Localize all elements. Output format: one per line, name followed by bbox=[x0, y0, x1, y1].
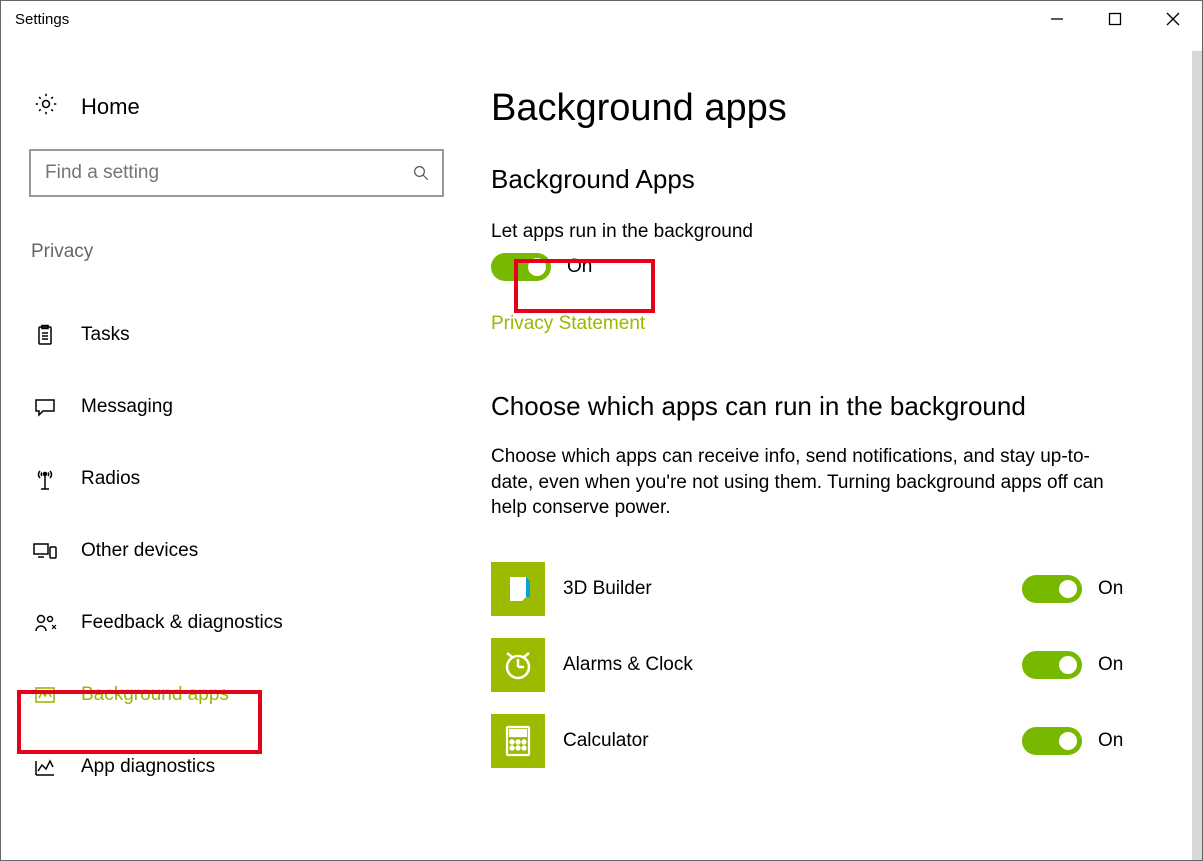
sidebar-item-other-devices[interactable]: Other devices bbox=[29, 515, 443, 587]
minimize-button[interactable] bbox=[1028, 1, 1086, 37]
titlebar: Settings bbox=[1, 1, 1202, 37]
scrollbar[interactable] bbox=[1192, 51, 1202, 860]
sidebar-item-label: Messaging bbox=[81, 396, 173, 418]
devices-icon bbox=[31, 539, 59, 563]
background-apps-icon bbox=[31, 683, 59, 707]
sidebar: Home Privacy Tasks Messaging bbox=[1, 37, 471, 860]
section-title: Background Apps bbox=[491, 164, 1162, 195]
window-controls bbox=[1028, 1, 1202, 37]
sidebar-item-background-apps[interactable]: Background apps bbox=[29, 659, 443, 731]
sidebar-item-label: App diagnostics bbox=[81, 756, 215, 778]
home-label: Home bbox=[81, 94, 140, 120]
section-title-2: Choose which apps can run in the backgro… bbox=[491, 391, 1162, 422]
nav-list: Tasks Messaging Radios bbox=[29, 299, 443, 803]
sidebar-item-label: Tasks bbox=[81, 324, 130, 346]
app-row-alarms: Alarms & Clock On bbox=[491, 627, 1162, 703]
app-toggle-state: On bbox=[1098, 730, 1123, 752]
master-toggle[interactable] bbox=[491, 253, 551, 281]
app-label: Alarms & Clock bbox=[563, 654, 1004, 676]
search-input[interactable] bbox=[45, 162, 412, 184]
sidebar-item-radios[interactable]: Radios bbox=[29, 443, 443, 515]
sidebar-item-app-diagnostics[interactable]: App diagnostics bbox=[29, 731, 443, 803]
sidebar-item-label: Feedback & diagnostics bbox=[81, 612, 283, 634]
sidebar-item-label: Background apps bbox=[81, 684, 229, 706]
master-toggle-state: On bbox=[567, 256, 592, 278]
section-description: Choose which apps can receive info, send… bbox=[491, 444, 1111, 521]
minimize-icon bbox=[1050, 12, 1064, 26]
close-icon bbox=[1166, 12, 1180, 26]
app-toggle-state: On bbox=[1098, 654, 1123, 676]
category-label: Privacy bbox=[31, 241, 443, 263]
app-calculator-icon bbox=[491, 714, 545, 768]
home-button[interactable]: Home bbox=[29, 87, 443, 149]
sidebar-item-feedback[interactable]: Feedback & diagnostics bbox=[29, 587, 443, 659]
master-toggle-row: On bbox=[491, 253, 1162, 281]
maximize-icon bbox=[1108, 12, 1122, 26]
close-button[interactable] bbox=[1144, 1, 1202, 37]
master-toggle-label: Let apps run in the background bbox=[491, 221, 1162, 243]
search-icon bbox=[412, 164, 430, 182]
app-alarms-icon bbox=[491, 638, 545, 692]
sidebar-item-messaging[interactable]: Messaging bbox=[29, 371, 443, 443]
search-box[interactable] bbox=[29, 149, 444, 197]
main-content: Background apps Background Apps Let apps… bbox=[471, 37, 1202, 860]
privacy-statement-link[interactable]: Privacy Statement bbox=[491, 313, 645, 335]
clipboard-icon bbox=[31, 323, 59, 347]
feedback-icon bbox=[31, 611, 59, 635]
window-body: Home Privacy Tasks Messaging bbox=[1, 37, 1202, 860]
message-icon bbox=[31, 395, 59, 419]
radio-tower-icon bbox=[31, 467, 59, 491]
app-toggle-calculator[interactable] bbox=[1022, 727, 1082, 755]
app-toggle-alarms[interactable] bbox=[1022, 651, 1082, 679]
window-title: Settings bbox=[15, 11, 69, 28]
sidebar-item-tasks[interactable]: Tasks bbox=[29, 299, 443, 371]
app-toggle-state: On bbox=[1098, 578, 1123, 600]
app-label: Calculator bbox=[563, 730, 1004, 752]
gear-icon bbox=[33, 91, 59, 123]
app-row-calculator: Calculator On bbox=[491, 703, 1162, 779]
diagnostics-icon bbox=[31, 755, 59, 779]
sidebar-item-label: Other devices bbox=[81, 540, 198, 562]
settings-window: Settings Home Priv bbox=[0, 0, 1203, 861]
app-3d-builder-icon bbox=[491, 562, 545, 616]
maximize-button[interactable] bbox=[1086, 1, 1144, 37]
sidebar-item-label: Radios bbox=[81, 468, 140, 490]
app-toggle-3d-builder[interactable] bbox=[1022, 575, 1082, 603]
app-label: 3D Builder bbox=[563, 578, 1004, 600]
app-row-3d-builder: 3D Builder On bbox=[491, 551, 1162, 627]
page-title: Background apps bbox=[491, 87, 1162, 130]
